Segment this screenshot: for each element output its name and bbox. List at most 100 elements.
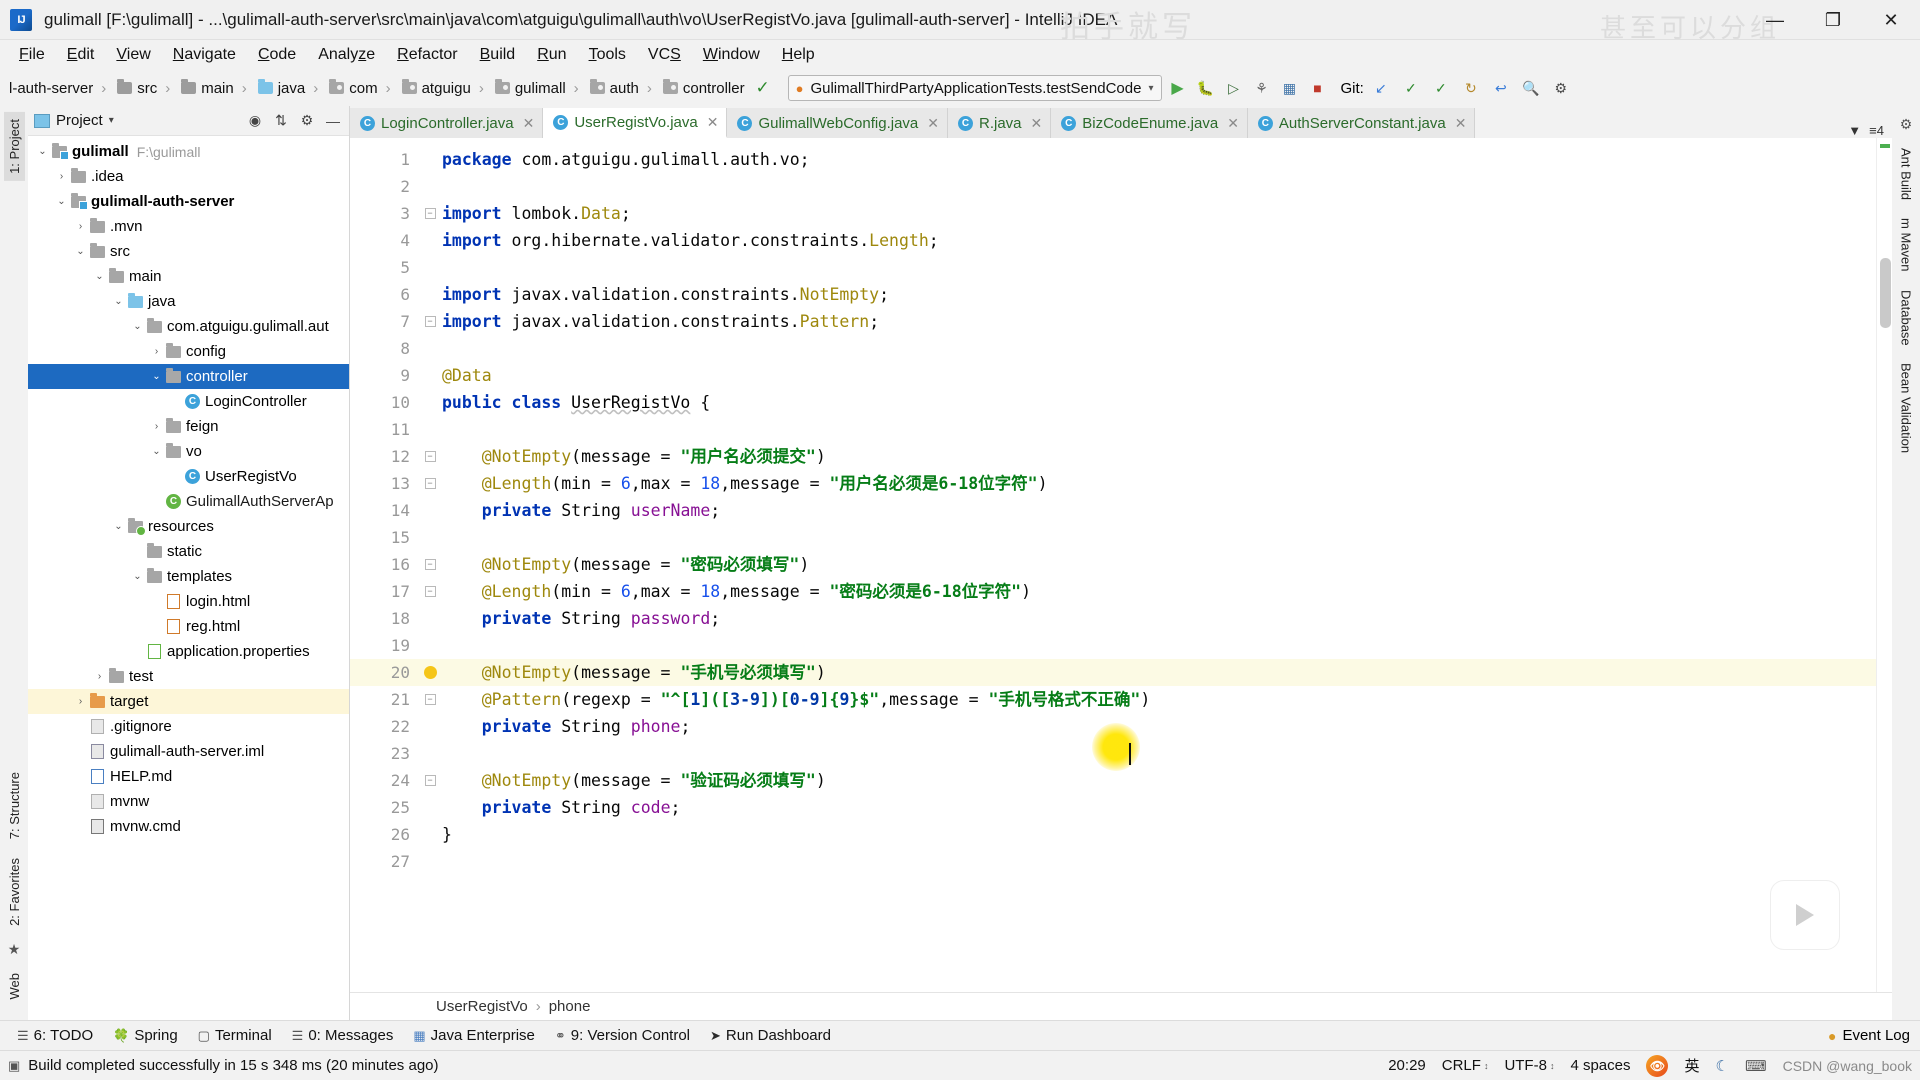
sidebar-item-ant-build[interactable]: Ant Build: [1896, 141, 1917, 207]
menu-view[interactable]: View: [105, 44, 161, 66]
sidebar-item-bean-validation[interactable]: Bean Validation: [1896, 356, 1917, 460]
tree-item-mvnw[interactable]: mvnw: [28, 789, 349, 814]
breadcrumb-module[interactable]: l-auth-server ›: [6, 79, 112, 98]
tree-item-userregistvo[interactable]: C UserRegistVo: [28, 464, 349, 489]
menu-analyze[interactable]: Analyze: [307, 44, 386, 66]
tool-window-spring[interactable]: 🍀 Spring: [104, 1025, 187, 1046]
fold-minus-icon[interactable]: −: [424, 478, 436, 489]
tree-item-vo[interactable]: ⌄ vo: [28, 439, 349, 464]
editor-tab-r-java[interactable]: C R.java ✕: [948, 108, 1052, 138]
menu-edit[interactable]: Edit: [56, 44, 106, 66]
code-line[interactable]: @NotEmpty(message = "验证码必须填写"): [442, 767, 1876, 794]
breadcrumb-atguigu[interactable]: atguigu ›: [399, 79, 490, 98]
tree-item-config[interactable]: › config: [28, 339, 349, 364]
debug-icon[interactable]: 🐛: [1192, 75, 1218, 101]
sidebar-item-maven[interactable]: m Maven: [1896, 211, 1917, 278]
profiler-icon[interactable]: ⚘: [1248, 75, 1274, 101]
close-icon[interactable]: ✕: [1227, 115, 1239, 132]
tree-item-gulimall-auth-server[interactable]: ⌄ gulimall-auth-server: [28, 189, 349, 214]
code-line[interactable]: }: [442, 821, 1876, 848]
tree-item-logincontroller[interactable]: C LoginController: [28, 389, 349, 414]
code-line[interactable]: @Length(min = 6,max = 18,message = "密码必须…: [442, 578, 1876, 605]
fold-toggle-icon[interactable]: −: [418, 470, 442, 497]
tool-window-todo[interactable]: ☰ 6: TODO: [8, 1025, 102, 1046]
tree-item--idea[interactable]: › .idea: [28, 164, 349, 189]
tool-window-run-dashboard[interactable]: ➤ Run Dashboard: [701, 1025, 840, 1046]
tree-item-controller[interactable]: ⌄ controller: [28, 364, 349, 389]
editor-tab-logincontroller-java[interactable]: C LoginController.java ✕: [350, 108, 544, 138]
menu-window[interactable]: Window: [692, 44, 771, 66]
file-encoding[interactable]: UTF-8 ↕: [1504, 1057, 1554, 1074]
hide-icon[interactable]: —: [323, 113, 343, 129]
chevron-down-icon[interactable]: ⌄: [34, 146, 51, 157]
chevron-right-icon[interactable]: ›: [72, 221, 89, 232]
chevron-down-icon[interactable]: ⌄: [129, 321, 146, 332]
update-project-icon[interactable]: ↙: [1368, 75, 1394, 101]
close-icon[interactable]: ✕: [1455, 115, 1467, 132]
marker-bar[interactable]: [1876, 138, 1892, 992]
code-line[interactable]: @NotEmpty(message = "手机号必须填写"): [442, 659, 1876, 686]
sidebar-item-structure[interactable]: 7: Structure: [4, 765, 25, 846]
settings-icon[interactable]: ⚙: [1548, 75, 1574, 101]
chevron-right-icon[interactable]: ›: [53, 171, 70, 182]
tree-item-static[interactable]: static: [28, 539, 349, 564]
fold-minus-icon[interactable]: −: [424, 694, 436, 705]
sidebar-item-database[interactable]: Database: [1896, 283, 1917, 353]
code-line[interactable]: import javax.validation.constraints.Patt…: [442, 308, 1876, 335]
code-line[interactable]: @NotEmpty(message = "密码必须填写"): [442, 551, 1876, 578]
chevron-down-icon[interactable]: ▾: [1148, 83, 1153, 94]
close-icon[interactable]: ✕: [707, 114, 719, 131]
chevron-right-icon[interactable]: ›: [148, 421, 165, 432]
chevron-down-icon[interactable]: ⌄: [72, 246, 89, 257]
search-everywhere-icon[interactable]: 🔍: [1518, 75, 1544, 101]
tree-item-gulimall[interactable]: ⌄ gulimall F:\gulimall: [28, 139, 349, 164]
breadcrumb-java[interactable]: java ›: [255, 79, 325, 98]
breadcrumb-com[interactable]: com ›: [326, 79, 396, 98]
close-icon[interactable]: ✕: [1031, 115, 1043, 132]
breadcrumb-auth[interactable]: auth ›: [587, 79, 658, 98]
code-line[interactable]: import javax.validation.constraints.NotE…: [442, 281, 1876, 308]
code-line[interactable]: [442, 848, 1876, 875]
indent-setting[interactable]: 4 spaces: [1570, 1057, 1630, 1074]
minimize-button[interactable]: —: [1746, 0, 1804, 40]
tree-item-resources[interactable]: ⌄ resources: [28, 514, 349, 539]
tree-item-gulimall-auth-server-iml[interactable]: gulimall-auth-server.iml: [28, 739, 349, 764]
run-configuration-selector[interactable]: ● GulimallThirdPartyApplicationTests.tes…: [787, 75, 1163, 101]
list-icon[interactable]: ≡4: [1869, 123, 1884, 138]
code-line[interactable]: @Pattern(regexp = "^[1]([3-9])[0-9]{9}$"…: [442, 686, 1876, 713]
menu-run[interactable]: Run: [526, 44, 577, 66]
tree-item-java[interactable]: ⌄ java: [28, 289, 349, 314]
tree-item-target[interactable]: › target: [28, 689, 349, 714]
fold-minus-icon[interactable]: −: [424, 316, 436, 327]
chevron-down-icon[interactable]: ⌄: [91, 271, 108, 282]
code-line[interactable]: @NotEmpty(message = "用户名必须提交"): [442, 443, 1876, 470]
run-icon[interactable]: ▶: [1164, 75, 1190, 101]
editor-tab-authserverconstant-java[interactable]: C AuthServerConstant.java ✕: [1247, 108, 1476, 138]
stop-icon[interactable]: ■: [1304, 75, 1330, 101]
chevron-down-icon[interactable]: ⌄: [110, 521, 127, 532]
close-icon[interactable]: ✕: [927, 115, 939, 132]
code-line[interactable]: private String password;: [442, 605, 1876, 632]
menu-help[interactable]: Help: [771, 44, 826, 66]
code-line[interactable]: [442, 524, 1876, 551]
fold-minus-icon[interactable]: −: [424, 208, 436, 219]
code-line[interactable]: public class UserRegistVo {: [442, 389, 1876, 416]
revert-icon[interactable]: ↩: [1488, 75, 1514, 101]
collapse-all-icon[interactable]: ⇅: [271, 112, 291, 129]
tree-item-feign[interactable]: › feign: [28, 414, 349, 439]
commit-icon[interactable]: ✓: [1398, 75, 1424, 101]
fold-toggle-icon[interactable]: −: [418, 551, 442, 578]
fold-toggle-icon[interactable]: −: [418, 686, 442, 713]
code-line[interactable]: package com.atguigu.gulimall.auth.vo;: [442, 146, 1876, 173]
tool-window-terminal[interactable]: ▢ Terminal: [189, 1025, 281, 1046]
tree-item-help-md[interactable]: HELP.md: [28, 764, 349, 789]
code-line[interactable]: [442, 632, 1876, 659]
close-icon[interactable]: ✕: [523, 115, 535, 132]
tree-item-test[interactable]: › test: [28, 664, 349, 689]
make-project-icon[interactable]: ✓: [750, 75, 776, 101]
code-line[interactable]: [442, 416, 1876, 443]
fold-toggle-icon[interactable]: −: [418, 308, 442, 335]
tree-item-application-properties[interactable]: application.properties: [28, 639, 349, 664]
lightbulb-icon[interactable]: [423, 666, 437, 679]
fold-toggle-icon[interactable]: −: [418, 767, 442, 794]
